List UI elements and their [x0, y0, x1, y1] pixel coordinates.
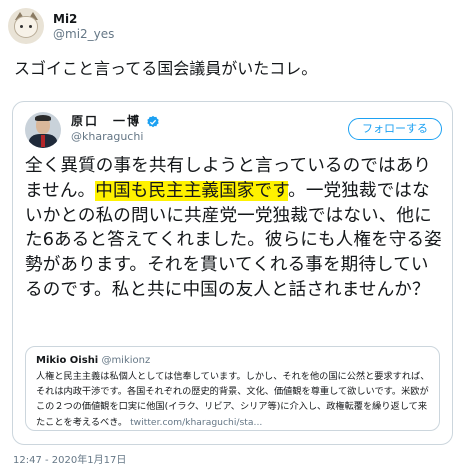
verified-badge-icon [146, 114, 160, 128]
inner-quoted-text: 人権と民主主義は私個人としては信奉しています。しかし、それを他の国に公然と要求す… [36, 369, 434, 430]
inner-quoted-tweet[interactable]: Mikio Oishi @mikionz 人権と民主主義は私個人としては信奉して… [25, 346, 440, 431]
inner-quoted-link[interactable]: twitter.com/kharaguchi/sta... [130, 417, 262, 428]
inner-display-name: Mikio Oishi [36, 355, 99, 366]
follow-button[interactable]: フォローする [348, 118, 442, 140]
tweet-header: Mi2 @mi2_yes [8, 8, 114, 44]
avatar[interactable] [8, 8, 44, 44]
author-handle[interactable]: @mi2_yes [53, 27, 114, 42]
author-display-name[interactable]: Mi2 [53, 11, 114, 27]
inner-quoted-header: Mikio Oishi @mikionz [36, 354, 150, 367]
quoted-display-name[interactable]: 原口 一博 [71, 113, 141, 129]
quoted-avatar[interactable] [25, 112, 61, 148]
inner-handle: @mikionz [101, 355, 151, 366]
tweet-text: スゴイこと言ってる国会議員がいたコレ。 [14, 59, 318, 78]
quoted-tweet-header: 原口 一博 @kharaguchi フォローする [25, 112, 442, 148]
highlighted-text: 中国も民主主義国家です [95, 180, 289, 201]
quoted-tweet-text: 全く異質の事を共有しようと言っているのではありません。中国も民主主義国家です。一… [25, 154, 445, 303]
timestamp[interactable]: 12:47 - 2020年1月17日 [13, 451, 126, 466]
quoted-handle[interactable]: @kharaguchi [71, 129, 160, 145]
quoted-tweet-card[interactable]: 原口 一博 @kharaguchi フォローする 全く異質の事を共有しようと言っ… [12, 101, 453, 445]
